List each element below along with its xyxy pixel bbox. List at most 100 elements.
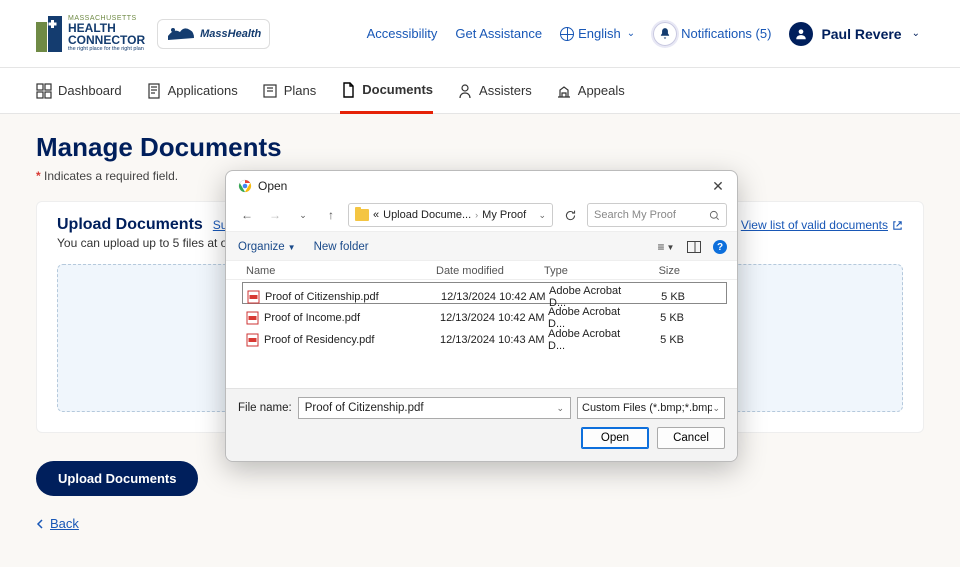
file-open-dialog: Open ✕ ← → ⌄ ↑ « Upload Docume... › My P… [225, 170, 738, 462]
header: MASSACHUSETTS HEALTH CONNECTOR the right… [0, 0, 960, 68]
chevron-down-icon: ⌄ [556, 403, 564, 414]
filename-input[interactable]: Proof of Citizenship.pdf ⌄ [298, 397, 571, 419]
dialog-bottom: File name: Proof of Citizenship.pdf ⌄ Cu… [226, 388, 737, 461]
filename-label: File name: [238, 402, 292, 414]
file-size: 5 KB [634, 334, 692, 346]
help-button[interactable]: ? [713, 240, 727, 254]
file-date: 12/13/2024 10:43 AM [440, 334, 548, 346]
nav-forward-button[interactable]: → [264, 204, 286, 226]
back-link[interactable]: Back [36, 516, 79, 531]
globe-icon [560, 27, 574, 41]
logos: MASSACHUSETTS HEALTH CONNECTOR the right… [36, 15, 270, 53]
file-type: Adobe Acrobat D... [548, 328, 634, 352]
refresh-button[interactable] [559, 204, 581, 226]
external-link-icon [892, 220, 903, 231]
view-options-button[interactable]: ≡ ▼ [657, 238, 675, 256]
nav-appeals[interactable]: Appeals [556, 68, 625, 114]
file-date: 12/13/2024 10:42 AM [440, 312, 548, 324]
nav-label: Applications [168, 83, 238, 98]
nav-label: Dashboard [58, 83, 122, 98]
language-label: English [578, 26, 621, 41]
file-list-header: Name Date modified Type Size [226, 261, 737, 280]
folder-icon [355, 209, 369, 221]
nav-back-button[interactable]: ← [236, 204, 258, 226]
nav-documents[interactable]: Documents [340, 68, 433, 114]
nav-label: Assisters [479, 83, 532, 98]
user-menu[interactable]: Paul Revere ⌄ [789, 22, 920, 46]
dialog-title: Open [258, 179, 287, 193]
col-name[interactable]: Name [246, 265, 436, 277]
col-date[interactable]: Date modified [436, 265, 544, 277]
filetype-select[interactable]: Custom Files (*.bmp;*.bmp;*. ⌄ [577, 397, 725, 419]
notifications-link[interactable]: Notifications (5) [653, 22, 771, 46]
get-assistance-link[interactable]: Get Assistance [455, 26, 542, 41]
appeals-icon [556, 83, 572, 99]
health-connector-logo[interactable]: MASSACHUSETTS HEALTH CONNECTOR the right… [36, 15, 145, 53]
nav-label: Plans [284, 83, 317, 98]
search-placeholder: Search My Proof [594, 209, 676, 221]
col-type[interactable]: Type [544, 265, 630, 277]
file-row[interactable]: Proof of Citizenship.pdf 12/13/2024 10:42… [242, 282, 727, 304]
nav-up-button[interactable]: ↑ [320, 204, 342, 226]
avatar-icon [789, 22, 813, 46]
file-type: Adobe Acrobat D... [548, 306, 634, 330]
dialog-titlebar: Open ✕ [226, 171, 737, 199]
chevron-right-icon: › [475, 210, 478, 220]
pdf-icon [247, 290, 260, 304]
preview-pane-button[interactable] [685, 238, 703, 256]
chevron-down-icon: ⌄ [538, 210, 546, 221]
bell-icon [653, 22, 677, 46]
file-name-text: Proof of Citizenship.pdf [265, 291, 379, 303]
nav-dashboard[interactable]: Dashboard [36, 68, 122, 114]
masshealth-logo[interactable]: MassHealth [157, 19, 270, 49]
chevron-left-icon [36, 519, 46, 529]
dialog-toolbar: Organize ▼ New folder ≡ ▼ ? [226, 231, 737, 261]
masshealth-icon [166, 22, 196, 46]
path-bar[interactable]: « Upload Docume... › My Proof ⌄ [348, 203, 553, 227]
notifications-label: Notifications (5) [681, 26, 771, 41]
plans-icon [262, 83, 278, 99]
close-button[interactable]: ✕ [709, 177, 727, 195]
new-folder-button[interactable]: New folder [314, 241, 369, 253]
logo-tagline: the right place for the right plan [68, 47, 145, 53]
file-size: 5 KB [634, 312, 692, 324]
chevron-down-icon: ⌄ [627, 28, 635, 39]
cancel-button[interactable]: Cancel [657, 427, 725, 449]
file-list: Proof of Citizenship.pdf 12/13/2024 10:42… [226, 280, 737, 388]
asterisk: * [36, 169, 41, 183]
file-name-text: Proof of Residency.pdf [264, 334, 374, 346]
documents-icon [340, 82, 356, 98]
nav-applications[interactable]: Applications [146, 68, 238, 114]
panel-title: Upload Documents [57, 216, 203, 234]
valid-documents-link[interactable]: View list of valid documents [741, 218, 903, 232]
page-title: Manage Documents [36, 132, 924, 163]
pdf-icon [246, 333, 259, 347]
upload-documents-button[interactable]: Upload Documents [36, 461, 198, 496]
search-icon [709, 210, 720, 221]
file-name-text: Proof of Income.pdf [264, 312, 360, 324]
assisters-icon [457, 83, 473, 99]
search-input[interactable]: Search My Proof [587, 203, 727, 227]
accessibility-link[interactable]: Accessibility [367, 26, 438, 41]
language-selector[interactable]: English ⌄ [560, 26, 635, 41]
main-nav: Dashboard Applications Plans Documents A… [0, 68, 960, 114]
chevron-down-icon: ⌄ [712, 403, 720, 414]
nav-label: Documents [362, 82, 433, 97]
applications-icon [146, 83, 162, 99]
open-button[interactable]: Open [581, 427, 649, 449]
pdf-icon [246, 311, 259, 325]
logo-line2: CONNECTOR [68, 34, 145, 46]
dialog-navigation: ← → ⌄ ↑ « Upload Docume... › My Proof ⌄ … [226, 199, 737, 231]
nav-dropdown-button[interactable]: ⌄ [292, 204, 314, 226]
file-date: 12/13/2024 10:42 AM [441, 291, 549, 303]
hc-logo-icon [36, 16, 62, 52]
col-size[interactable]: Size [630, 265, 688, 277]
organize-menu[interactable]: Organize ▼ [238, 241, 296, 253]
masshealth-text: MassHealth [200, 28, 261, 40]
logo-line1: HEALTH [68, 22, 145, 34]
file-row[interactable]: Proof of Income.pdf12/13/2024 10:42 AMAd… [242, 304, 727, 326]
nav-assisters[interactable]: Assisters [457, 68, 532, 114]
file-size: 5 KB [635, 291, 693, 303]
nav-plans[interactable]: Plans [262, 68, 317, 114]
file-row[interactable]: Proof of Residency.pdf 12/13/2024 10:43 A… [242, 326, 727, 348]
